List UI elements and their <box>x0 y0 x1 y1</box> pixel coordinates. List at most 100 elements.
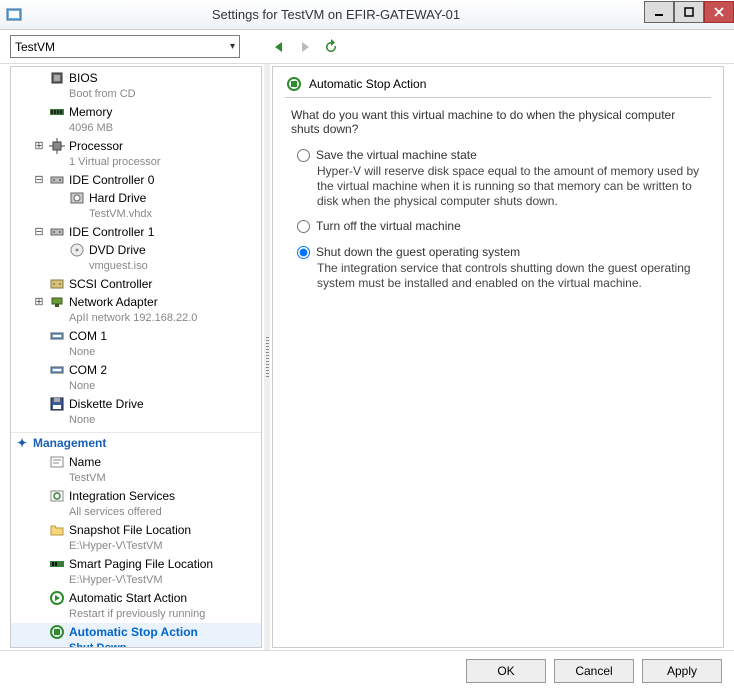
tree-item-label: Network Adapter <box>69 294 197 310</box>
section-icon: ✦ <box>15 436 29 450</box>
stop-icon <box>285 75 303 93</box>
tree-item-label: COM 2 <box>69 362 107 378</box>
expander-icon[interactable]: ⊞ <box>33 138 45 154</box>
tree-item[interactable]: Memory4096 MB <box>11 103 261 137</box>
vm-selector[interactable]: TestVM ▾ <box>10 35 240 58</box>
app-icon <box>6 7 22 23</box>
radio-input[interactable] <box>297 149 310 162</box>
tree-item[interactable]: COM 1None <box>11 327 261 361</box>
floppy-icon <box>49 396 65 412</box>
panel-question: What do you want this virtual machine to… <box>291 108 705 136</box>
tree-item-label: Processor <box>69 138 161 154</box>
tree-item-label: SCSI Controller <box>69 276 152 292</box>
tree-item[interactable]: BIOSBoot from CD <box>11 69 261 103</box>
tree-item-sublabel: All services offered <box>69 504 175 520</box>
toolbar: TestVM ▾ <box>0 30 734 64</box>
expander-icon[interactable]: ⊞ <box>33 294 45 310</box>
stop-action-option[interactable]: Save the virtual machine state <box>297 148 705 162</box>
expander-icon[interactable]: ⊟ <box>33 172 45 188</box>
cancel-button[interactable]: Cancel <box>554 659 634 683</box>
tree-item[interactable]: ⊟ IDE Controller 1 <box>11 223 261 241</box>
tree-item-label: Memory <box>69 104 113 120</box>
tree-item[interactable]: Integration ServicesAll services offered <box>11 487 261 521</box>
expander-icon[interactable]: ⊟ <box>33 224 45 240</box>
scsi-icon <box>49 276 65 292</box>
com-icon <box>49 328 65 344</box>
apply-button[interactable]: Apply <box>642 659 722 683</box>
tree-item[interactable]: Diskette DriveNone <box>11 395 261 429</box>
controller-icon <box>49 224 65 240</box>
radio-input[interactable] <box>297 246 310 259</box>
tree-item[interactable]: SCSI Controller <box>11 275 261 293</box>
tree-item-label: Integration Services <box>69 488 175 504</box>
radio-input[interactable] <box>297 220 310 233</box>
tree-item-sublabel: Boot from CD <box>69 86 136 102</box>
memory-icon <box>49 104 65 120</box>
panel-body: What do you want this virtual machine to… <box>285 108 711 291</box>
tree-item-label: Smart Paging File Location <box>69 556 213 572</box>
com-icon <box>49 362 65 378</box>
section-label: Management <box>33 436 106 450</box>
refresh-button[interactable] <box>322 38 340 56</box>
dialog-buttons: OK Cancel Apply <box>0 650 734 690</box>
tree-item[interactable]: Hard DriveTestVM.vhdx <box>11 189 261 223</box>
tree-item-sublabel: Shut Down <box>69 640 198 648</box>
start-icon <box>49 590 65 606</box>
tree-item-label: Automatic Stop Action <box>69 624 198 640</box>
tree-item-sublabel: Restart if previously running <box>69 606 205 622</box>
tree-item[interactable]: Automatic Stop ActionShut Down <box>11 623 261 648</box>
tree-item[interactable]: Smart Paging File LocationE:\Hyper-V\Tes… <box>11 555 261 589</box>
option-label: Shut down the guest operating system <box>316 245 520 259</box>
tree-item-sublabel: TestVM <box>69 470 106 486</box>
tree-item[interactable]: NameTestVM <box>11 453 261 487</box>
tree-item-label: BIOS <box>69 70 136 86</box>
tree-item-label: DVD Drive <box>89 242 148 258</box>
tree-item-label: Automatic Start Action <box>69 590 205 606</box>
tree-item[interactable]: Automatic Start ActionRestart if previou… <box>11 589 261 623</box>
settings-tree[interactable]: BIOSBoot from CDMemory4096 MB⊞Processor1… <box>10 66 262 648</box>
splitter[interactable] <box>264 64 270 650</box>
tree-item[interactable]: ⊞ Processor1 Virtual processor <box>11 137 261 171</box>
vm-selector-value: TestVM <box>15 40 55 54</box>
tree-item-sublabel: None <box>69 412 144 428</box>
nav-back-button[interactable] <box>270 38 288 56</box>
ok-button[interactable]: OK <box>466 659 546 683</box>
tree-item-sublabel: 1 Virtual processor <box>69 154 161 170</box>
stop-action-option[interactable]: Turn off the virtual machine <box>297 219 705 233</box>
tree-item[interactable]: COM 2None <box>11 361 261 395</box>
tree-item-sublabel: 4096 MB <box>69 120 113 136</box>
panel-header: Automatic Stop Action <box>285 75 711 98</box>
content-area: BIOSBoot from CDMemory4096 MB⊞Processor1… <box>0 64 734 650</box>
stop-action-option[interactable]: Shut down the guest operating system <box>297 245 705 259</box>
tree-item-sublabel: vmguest.iso <box>89 258 148 274</box>
tree-item[interactable]: Snapshot File LocationE:\Hyper-V\TestVM <box>11 521 261 555</box>
tree-item-label: COM 1 <box>69 328 107 344</box>
chevron-down-icon: ▾ <box>230 41 235 52</box>
chip-icon <box>49 70 65 86</box>
cpu-icon <box>49 138 65 154</box>
tree-item[interactable]: ⊞ Network AdapterApII network 192.168.22.… <box>11 293 261 327</box>
tree-item-sublabel: E:\Hyper-V\TestVM <box>69 538 191 554</box>
minimize-button[interactable] <box>644 1 674 23</box>
close-button[interactable] <box>704 1 734 23</box>
nav-forward-button[interactable] <box>296 38 314 56</box>
option-description: Hyper-V will reserve disk space equal to… <box>317 164 705 209</box>
maximize-button[interactable] <box>674 1 704 23</box>
disk-icon <box>69 190 85 206</box>
tree-item-label: Name <box>69 454 106 470</box>
dvd-icon <box>69 242 85 258</box>
tree-item[interactable]: DVD Drivevmguest.iso <box>11 241 261 275</box>
option-description: The integration service that controls sh… <box>317 261 705 291</box>
name-icon <box>49 454 65 470</box>
services-icon <box>49 488 65 504</box>
controller-icon <box>49 172 65 188</box>
tree-item-sublabel: ApII network 192.168.22.0 <box>69 310 197 326</box>
tree-item-label: IDE Controller 1 <box>69 224 154 240</box>
paging-icon <box>49 556 65 572</box>
management-section-header: ✦ Management <box>11 432 261 453</box>
tree-item-label: Snapshot File Location <box>69 522 191 538</box>
stop-icon <box>49 624 65 640</box>
tree-item[interactable]: ⊟IDE Controller 0 <box>11 171 261 189</box>
window-title: Settings for TestVM on EFIR-GATEWAY-01 <box>28 7 644 22</box>
option-label: Turn off the virtual machine <box>316 219 461 233</box>
